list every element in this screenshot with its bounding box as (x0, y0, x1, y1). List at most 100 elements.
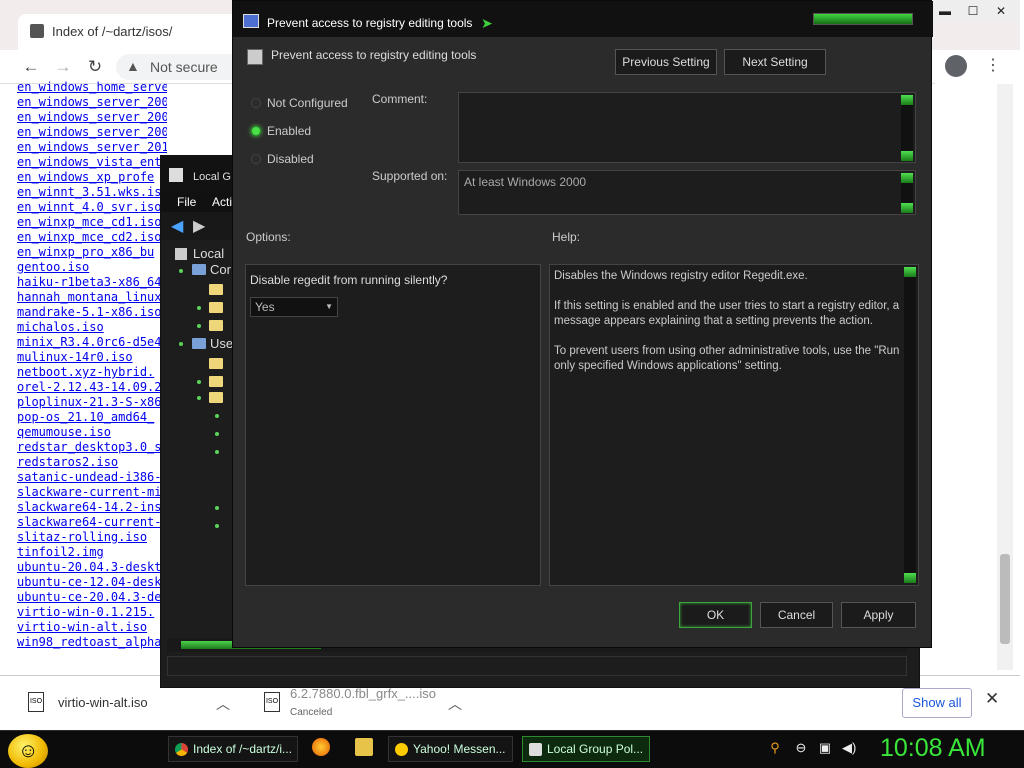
file-link[interactable]: ubuntu-20.04.3-deskt (17, 560, 167, 575)
menu-action[interactable]: Acti (212, 195, 232, 209)
previous-setting-button[interactable]: Previous Setting (615, 49, 717, 75)
back-arrow-icon[interactable]: ◀ (171, 216, 183, 236)
file-link[interactable]: virtio-win-0.1.215. (17, 605, 167, 620)
comment-scrollbar[interactable] (901, 95, 913, 161)
file-link[interactable]: netboot.xyz-hybrid. (17, 365, 167, 380)
scroll-up-icon[interactable] (904, 267, 916, 277)
start-button[interactable]: ☺ (8, 734, 48, 768)
taskbar-item-yahoo[interactable]: Yahoo! Messen... (388, 736, 513, 762)
file-link[interactable]: en_winxp_mce_cd2.iso (17, 230, 167, 245)
file-link[interactable]: ubuntu-ce-12.04-desk (17, 575, 167, 590)
network-icon[interactable]: ▣ (818, 741, 832, 755)
menu-kebab-icon[interactable]: ⋮ (985, 55, 1001, 75)
file-link[interactable]: virtio-win-alt.iso (17, 620, 167, 635)
next-setting-button[interactable]: Next Setting (724, 49, 826, 75)
file-link[interactable]: minix_R3.4.0rc6-d5e4 (17, 335, 167, 350)
file-link[interactable]: hannah_montana_linux (17, 290, 167, 305)
tree-expander-icon[interactable] (215, 450, 219, 454)
reload-icon[interactable]: ↻ (84, 56, 106, 78)
chevron-up-icon[interactable]: ︿ (216, 694, 230, 714)
folder-icon[interactable] (355, 738, 373, 756)
tree-expander-icon[interactable] (197, 306, 201, 310)
file-link[interactable]: mandrake-5.1-x86.iso (17, 305, 167, 320)
file-link[interactable]: orel-2.12.43-14.09.2 (17, 380, 167, 395)
browser-tab[interactable]: Index of /~dartz/isos/ (18, 14, 238, 50)
file-link[interactable]: haiku-r1beta3-x86_64 (17, 275, 167, 290)
tree-user-config[interactable]: Use (210, 336, 233, 351)
minus-circle-icon[interactable]: ⊖ (794, 741, 808, 755)
comment-textarea[interactable] (458, 92, 916, 163)
file-link[interactable]: en_winxp_pro_x86_bu (17, 245, 167, 260)
file-link[interactable]: qemumouse.iso (17, 425, 167, 440)
forward-arrow-icon[interactable]: → (52, 56, 74, 78)
address-bar[interactable]: ▲ Not secure (116, 54, 246, 80)
search-icon[interactable]: ⚲ (768, 741, 782, 755)
file-link[interactable]: pop-os_21.10_amd64_ (17, 410, 167, 425)
scroll-down-icon[interactable] (901, 203, 913, 213)
file-link[interactable]: slackware64-14.2-ins (17, 500, 167, 515)
file-link[interactable]: en_windows_server_2012_x64_dvd (17, 140, 167, 155)
file-link[interactable]: michalos.iso (17, 320, 167, 335)
file-link[interactable]: en_winnt_4.0_svr.iso (17, 200, 167, 215)
tree-expander-icon[interactable] (215, 506, 219, 510)
taskbar-item-browser[interactable]: Index of /~dartz/i... (168, 736, 298, 762)
file-link[interactable]: satanic-undead-i386- (17, 470, 167, 485)
file-link[interactable]: gentoo.iso (17, 260, 167, 275)
tree-computer-config[interactable]: Cor (210, 262, 231, 277)
back-arrow-icon[interactable]: ← (20, 56, 42, 78)
file-link[interactable]: ubuntu-ce-20.04.3-de (17, 590, 167, 605)
file-link[interactable]: mulinux-14r0.iso (17, 350, 167, 365)
file-link[interactable]: slitaz-rolling.iso (17, 530, 167, 545)
scroll-up-icon[interactable] (901, 95, 913, 105)
tree-expander-icon[interactable] (197, 396, 201, 400)
tree-expander-icon[interactable] (179, 269, 183, 273)
window-controls[interactable] (813, 13, 913, 25)
scroll-up-icon[interactable] (901, 173, 913, 183)
scroll-down-icon[interactable] (901, 151, 913, 161)
maximize-icon[interactable]: ☐ (959, 0, 987, 22)
tree-expander-icon[interactable] (179, 342, 183, 346)
file-link[interactable]: redstaros2.iso (17, 455, 167, 470)
scroll-down-icon[interactable] (904, 573, 916, 583)
file-link[interactable]: slackware64-current- (17, 515, 167, 530)
file-link[interactable]: redstar_desktop3.0_s (17, 440, 167, 455)
help-scrollbar[interactable] (904, 267, 916, 583)
option-select[interactable]: Yes ▼ (250, 297, 338, 317)
tree-expander-icon[interactable] (197, 380, 201, 384)
tree-expander-icon[interactable] (215, 414, 219, 418)
clock[interactable]: 10:08 AM (880, 734, 986, 763)
file-link[interactable]: en_windows_server_2003_compute (17, 110, 167, 125)
profile-avatar-icon[interactable] (945, 55, 967, 77)
firefox-icon[interactable] (312, 738, 330, 756)
minimize-icon[interactable]: ▬ (931, 0, 959, 22)
tree-expander-icon[interactable] (215, 432, 219, 436)
chevron-up-icon[interactable]: ︿ (448, 694, 462, 714)
ok-button[interactable]: OK (679, 602, 752, 628)
file-link[interactable]: en_winxp_mce_cd1.iso (17, 215, 167, 230)
apply-button[interactable]: Apply (841, 602, 916, 628)
volume-icon[interactable]: ◀) (842, 741, 856, 755)
scrollbar-thumb[interactable] (1000, 554, 1010, 644)
supported-scrollbar[interactable] (901, 173, 913, 213)
close-icon[interactable]: ✕ (987, 0, 1015, 22)
menu-file[interactable]: File (177, 195, 196, 209)
file-link[interactable]: en_windows_server_2008_with_sp (17, 125, 167, 140)
file-link[interactable]: en_windows_vista_ent (17, 155, 167, 170)
radio-dot[interactable] (251, 98, 261, 108)
file-link[interactable]: win98_redtoast_alpha (17, 635, 167, 650)
tree-expander-icon[interactable] (215, 524, 219, 528)
file-link[interactable]: en_windows_xp_profe (17, 170, 167, 185)
tree-expander-icon[interactable] (197, 324, 201, 328)
file-link[interactable]: en_windows_server_2003_compute (17, 95, 167, 110)
cancel-button[interactable]: Cancel (760, 602, 833, 628)
taskbar-item-gpe[interactable]: Local Group Pol... (522, 736, 650, 762)
close-icon[interactable]: ✕ (985, 689, 999, 709)
radio-dot[interactable] (251, 154, 261, 164)
file-link[interactable]: en_winnt_3.51.wks.iso (17, 185, 167, 200)
file-link[interactable]: tinfoil2.img (17, 545, 167, 560)
file-link[interactable]: en_windows_home_server_install (17, 80, 167, 95)
file-link[interactable]: ploplinux-21.3-S-x86 (17, 395, 167, 410)
radio-dot[interactable] (251, 126, 261, 136)
forward-arrow-icon[interactable]: ▶ (193, 216, 205, 236)
file-link[interactable]: slackware-current-mi (17, 485, 167, 500)
